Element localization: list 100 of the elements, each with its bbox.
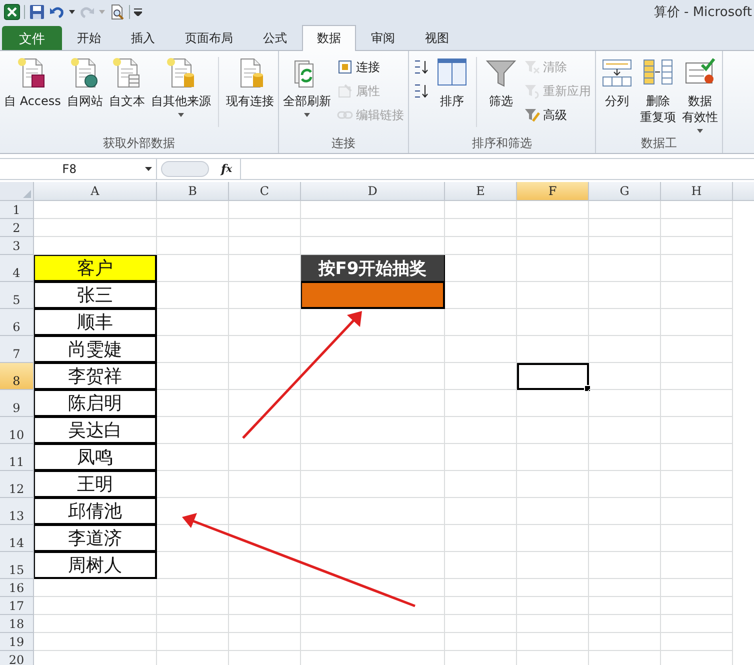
table-cell	[229, 363, 301, 390]
ribbon-tab[interactable]: 文件	[2, 26, 62, 50]
column-header[interactable]: F	[517, 182, 589, 201]
table-cell	[157, 336, 229, 363]
column-header[interactable]: B	[157, 182, 229, 201]
ribbon-button[interactable]: 自 Access	[2, 53, 63, 109]
table-cell	[157, 597, 229, 615]
group-label: 排序和筛选	[470, 135, 533, 152]
ribbon-button[interactable]: 高级	[522, 105, 593, 125]
ribbon-tab[interactable]: 视图	[410, 26, 464, 50]
row-header[interactable]: 16	[0, 579, 34, 597]
ribbon-tab[interactable]: 开始	[62, 26, 116, 50]
row-header[interactable]: 18	[0, 615, 34, 633]
customize-toolbar-icon[interactable]	[134, 8, 142, 16]
table-cell	[661, 237, 733, 255]
table-cell	[445, 552, 517, 579]
row-header[interactable]: 19	[0, 633, 34, 651]
table-cell	[661, 552, 733, 579]
table-cell	[229, 336, 301, 363]
dropdown-caret-icon	[145, 167, 152, 171]
table-cell	[661, 363, 733, 390]
ribbon-tab[interactable]: 公式	[248, 26, 302, 50]
resize-handle[interactable]	[161, 161, 209, 177]
table-cell: 王明	[34, 471, 157, 498]
ribbon-button[interactable]: 删除 重复项	[638, 53, 678, 125]
column-header[interactable]: H	[661, 182, 733, 201]
column-header[interactable]: D	[301, 182, 445, 201]
table-cell	[517, 219, 589, 237]
banner-cell: 按F9开始抽奖	[301, 255, 445, 282]
row-header[interactable]: 5	[0, 282, 34, 309]
spreadsheet-logo-icon[interactable]	[4, 4, 20, 20]
row-header[interactable]: 4	[0, 255, 34, 282]
name-box[interactable]: F8	[0, 159, 157, 179]
advanced-filter-icon	[524, 107, 540, 123]
row-header[interactable]: 3	[0, 237, 34, 255]
row-header[interactable]: 14	[0, 525, 34, 552]
table-cell: 吴达白	[34, 417, 157, 444]
save-icon[interactable]	[29, 4, 45, 20]
table-cell	[517, 309, 589, 336]
table-cell	[661, 579, 733, 597]
ribbon-button[interactable]: 数据 有效性	[680, 53, 720, 133]
ribbon-button[interactable]: 自其他来源	[148, 53, 213, 117]
table-cell: 张三	[34, 282, 157, 309]
table-cell	[157, 390, 229, 417]
row-header[interactable]: 7	[0, 336, 34, 363]
row-header[interactable]: 12	[0, 471, 34, 498]
ribbon-button[interactable]: 分列	[598, 53, 636, 109]
table-cell	[517, 417, 589, 444]
column-header[interactable]: E	[445, 182, 517, 201]
row-header[interactable]: 20	[0, 651, 34, 665]
table-cell	[661, 633, 733, 651]
table-cell	[589, 282, 661, 309]
ribbon-button[interactable]: 现有连接	[224, 53, 276, 109]
print-preview-icon[interactable]	[109, 4, 125, 20]
row-header[interactable]: 13	[0, 498, 34, 525]
table-cell	[589, 444, 661, 471]
row-header[interactable]: 6	[0, 309, 34, 336]
ribbon-button[interactable]: 自文本	[106, 53, 147, 109]
table-cell	[445, 363, 517, 390]
row-header[interactable]: 15	[0, 552, 34, 579]
table-cell	[157, 201, 229, 219]
column-header[interactable]: C	[229, 182, 301, 201]
corner-triangle-icon	[23, 190, 31, 198]
table-cell	[445, 579, 517, 597]
ribbon-tab[interactable]: 页面布局	[170, 26, 248, 50]
table-cell	[589, 471, 661, 498]
table-cell	[661, 471, 733, 498]
table-cell	[589, 219, 661, 237]
row-header[interactable]: 1	[0, 201, 34, 219]
column-header[interactable]: G	[589, 182, 661, 201]
row-header[interactable]: 11	[0, 444, 34, 471]
row-header[interactable]: 9	[0, 390, 34, 417]
sort-ascending-icon	[412, 59, 429, 75]
ribbon-button[interactable]: 全部刷新	[280, 53, 333, 117]
table-cell	[661, 615, 733, 633]
ribbon-tab[interactable]: 插入	[116, 26, 170, 50]
ribbon-button[interactable]: 连接	[334, 57, 406, 77]
ribbon-button[interactable]: 排序	[432, 53, 471, 109]
table-cell: 顺丰	[34, 309, 157, 336]
ribbon-button[interactable]: 自网站	[64, 53, 105, 109]
table-cell	[157, 552, 229, 579]
table-cell	[229, 201, 301, 219]
table-cell: 邱倩池	[34, 498, 157, 525]
table-cell	[589, 390, 661, 417]
ribbon-tab[interactable]: 审阅	[356, 26, 410, 50]
row-header[interactable]: 17	[0, 597, 34, 615]
table-cell: 凤鸣	[34, 444, 157, 471]
ribbon-button[interactable]: 筛选	[482, 53, 520, 109]
table-cell: 李道济	[34, 525, 157, 552]
table-cell	[589, 363, 661, 390]
table-cell	[589, 633, 661, 651]
dropdown-caret-icon[interactable]	[69, 10, 75, 14]
table-cell	[661, 219, 733, 237]
table-cell	[661, 444, 733, 471]
ribbon-tab[interactable]: 数据	[302, 25, 356, 51]
row-header[interactable]: 8	[0, 363, 34, 390]
table-cell	[445, 417, 517, 444]
row-header[interactable]: 2	[0, 219, 34, 237]
column-header[interactable]: A	[34, 182, 157, 201]
row-header[interactable]: 10	[0, 417, 34, 444]
